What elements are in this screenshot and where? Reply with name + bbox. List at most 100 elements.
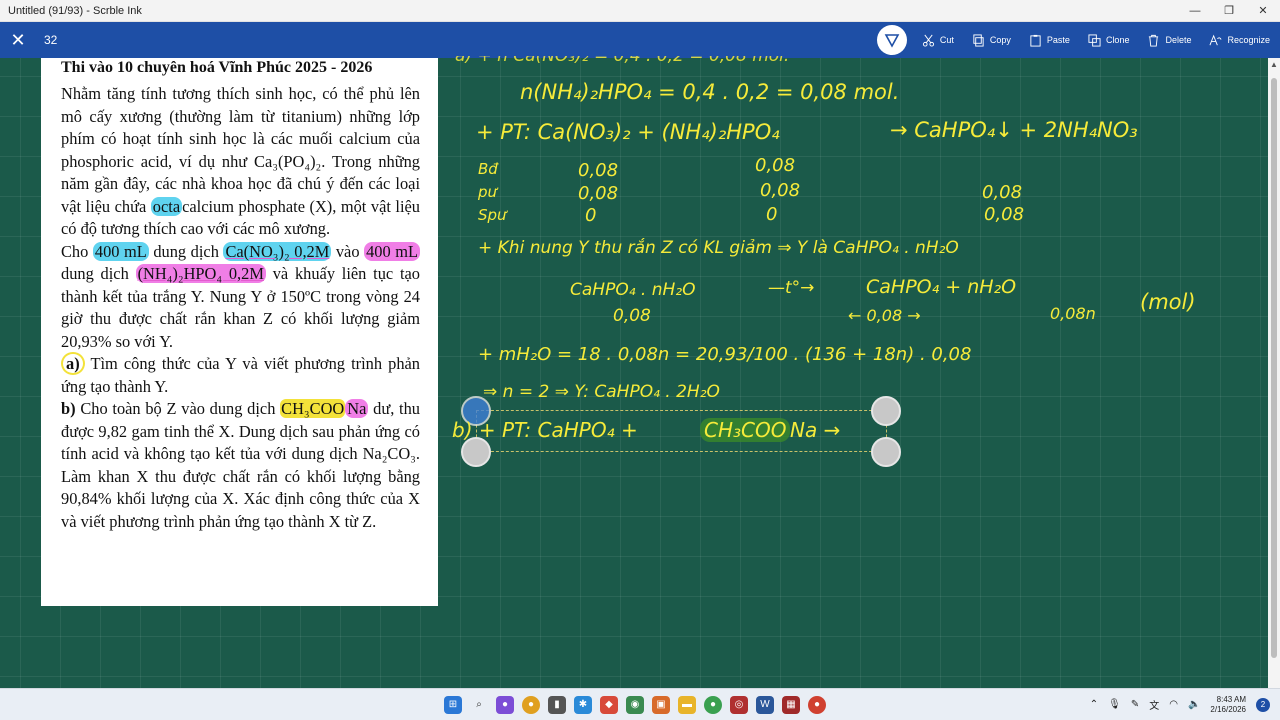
clone-label: Clone xyxy=(1105,35,1130,45)
ink-label-spu: Spư xyxy=(478,206,507,224)
question-b: b) Cho toàn bộ Z vào dung dịch CH₃COO Na … xyxy=(61,399,420,531)
ink-line-4b: —t°→ xyxy=(768,278,815,298)
recognize-label: Recognize xyxy=(1227,35,1270,45)
copy-button[interactable]: Copy xyxy=(963,22,1020,58)
clone-icon xyxy=(1088,33,1101,47)
word-icon[interactable]: W xyxy=(756,695,774,714)
cut-label: Cut xyxy=(939,35,954,45)
paste-button[interactable]: Paste xyxy=(1020,22,1079,58)
problem-setup: Cho 400 mL dung dịch Ca(NO₃)₂ 0,2M vào 4… xyxy=(61,241,420,351)
title-bar: Untitled (91/93) - Scrble Ink — ❐ ✕ xyxy=(0,0,1280,22)
ink-label-pu: pư xyxy=(478,183,498,201)
app-icon-6[interactable]: ▦ xyxy=(782,695,800,714)
notification-badge[interactable]: 2 xyxy=(1256,697,1270,712)
ink-col2-1: 0,08 xyxy=(760,180,801,201)
highlight-calcium-nitrate: Ca(NO₃)₂ 0,2M xyxy=(223,241,332,261)
ink-line-8b: CH₃COO xyxy=(700,418,791,442)
clone-button[interactable]: Clone xyxy=(1079,22,1139,58)
highlight-sodium: Na xyxy=(345,399,369,418)
browser-app-icon[interactable]: ● xyxy=(496,695,514,714)
start-icon[interactable]: ⊞ xyxy=(444,695,462,714)
resize-handle-top-right[interactable] xyxy=(871,396,901,426)
ink-line-5b: ← 0,08 → xyxy=(848,306,921,325)
ink-line-8c: Na → xyxy=(790,418,841,442)
vertical-scrollbar[interactable]: ▲ xyxy=(1268,58,1280,688)
problem-intro: Nhằm tăng tính tương thích sinh học, có … xyxy=(61,84,420,238)
ink-col3-1: 0,08 xyxy=(984,204,1025,225)
window-title: Untitled (91/93) - Scrble Ink xyxy=(8,4,142,17)
ink-line-1: n(NH₄)₂HPO₄ = 0,4 . 0,2 = 0,08 mol. xyxy=(520,80,900,104)
lasso-tool-icon[interactable] xyxy=(876,25,907,55)
question-b-label: b) xyxy=(61,399,76,418)
recognize-icon xyxy=(1209,34,1222,45)
close-window-button[interactable]: ✕ xyxy=(1246,0,1280,22)
trash-icon xyxy=(1149,34,1159,47)
microphone-icon[interactable]: 🎙 xyxy=(1108,699,1121,710)
selection-toolbar: ✕ 32 Cut Copy Paste Clone Delete Recogni… xyxy=(0,22,1280,58)
ink-line-5a: 0,08 xyxy=(613,306,651,326)
chevron-up-icon[interactable]: ⌃ xyxy=(1090,699,1098,710)
ink-line-2b: → CaHPO₄↓ + 2NH₄NO₃ xyxy=(890,118,1138,142)
paste-icon xyxy=(1030,34,1041,47)
chrome-icon-3[interactable]: ● xyxy=(808,695,826,714)
paste-label: Paste xyxy=(1046,35,1070,45)
app-icon-4[interactable]: ▣ xyxy=(652,695,670,714)
app-icon-3[interactable]: ◉ xyxy=(626,695,644,714)
ink-line-5d: (mol) xyxy=(1140,290,1196,314)
pen-icon[interactable]: ✎ xyxy=(1131,699,1139,710)
ink-col2-0: 0,08 xyxy=(755,155,796,176)
cut-button[interactable]: Cut xyxy=(913,22,963,58)
delete-button[interactable]: Delete xyxy=(1138,22,1200,58)
snowflake-app-icon[interactable]: ✱ xyxy=(574,695,592,714)
scrollbar-thumb[interactable] xyxy=(1271,78,1277,658)
clock[interactable]: 8:43 AM 2/16/2026 xyxy=(1210,695,1246,715)
clock-time: 8:43 AM xyxy=(1216,694,1246,704)
ink-line-8a: b) + PT: CaHPO₄ + xyxy=(452,418,638,442)
problem-sheet[interactable]: Thi vào 10 chuyên hoá Vĩnh Phúc 2025 - 2… xyxy=(41,58,438,606)
highlight-ammonium-phosphate: (NH₄)₂HPO₄ 0,2M xyxy=(135,264,266,283)
ink-col3-0: 0,08 xyxy=(982,182,1023,203)
chrome-icon-2[interactable]: ● xyxy=(704,695,722,714)
ink-line-2a: + PT: Ca(NO₃)₂ + (NH₄)₂HPO₄ xyxy=(476,120,780,144)
chrome-icon[interactable]: ● xyxy=(522,695,540,714)
ink-line-7: ⇒ n = 2 ⇒ Y: CaHPO₄ . 2H₂O xyxy=(483,382,720,402)
highlight-acetate: CH₃COO xyxy=(280,399,346,418)
close-selection-icon[interactable]: ✕ xyxy=(0,22,36,58)
app-icon-2[interactable]: ◆ xyxy=(600,695,618,714)
volume-icon[interactable]: 🔈 xyxy=(1188,699,1200,710)
copy-label: Copy xyxy=(989,35,1011,45)
page-number: 32 xyxy=(44,33,58,47)
search-icon[interactable]: ⌕ xyxy=(470,696,488,714)
ink-col1-1: 0,08 xyxy=(578,183,619,204)
question-a-label: a) xyxy=(61,352,85,375)
app-icon-5[interactable]: ◎ xyxy=(730,695,748,714)
ink-col2-2: 0 xyxy=(766,204,778,225)
highlight-volume-1: 400 mL xyxy=(92,241,149,261)
taskbar: ⊞ ⌕ ● ● ▮ ✱ ◆ ◉ ▣ ▬ ● ◎ W ▦ ● ⌃ 🎙 ✎ 文 ◠ … xyxy=(0,688,1280,720)
ink-line-5c: 0,08n xyxy=(1050,304,1096,323)
recognize-button[interactable]: Recognize xyxy=(1200,22,1280,58)
ink-line-4c: CaHPO₄ + nH₂O xyxy=(866,276,1017,298)
ink-col1-2: 0 xyxy=(585,205,597,226)
ink-label-bd: Bđ xyxy=(478,160,498,178)
language-icon[interactable]: 文 xyxy=(1149,697,1159,712)
question-a: a) Tìm công thức của Y và viết phương tr… xyxy=(61,352,420,396)
delete-label: Delete xyxy=(1165,35,1192,45)
ink-line-3: + Khi nung Y thu rắn Z có KL giảm ⇒ Y là… xyxy=(478,238,959,258)
maximize-button[interactable]: ❐ xyxy=(1212,0,1246,22)
copy-icon xyxy=(973,33,984,47)
clock-date: 2/16/2026 xyxy=(1210,704,1246,714)
wifi-icon[interactable]: ◠ xyxy=(1169,699,1178,710)
highlight-octa: octa xyxy=(150,196,183,216)
minimize-button[interactable]: — xyxy=(1178,0,1212,22)
folder-icon[interactable]: ▬ xyxy=(678,695,696,714)
scroll-up-icon[interactable]: ▲ xyxy=(1268,58,1280,72)
app-icon[interactable]: ▮ xyxy=(548,695,566,714)
scissors-icon xyxy=(922,34,934,47)
ink-col1-0: 0,08 xyxy=(578,160,619,181)
resize-handle-bottom-right[interactable] xyxy=(871,437,901,467)
problem-title: Thi vào 10 chuyên hoá Vĩnh Phúc 2025 - 2… xyxy=(61,59,373,76)
ink-line-4a: CaHPO₄ . nH₂O xyxy=(570,280,696,300)
highlight-volume-2: 400 mL xyxy=(364,241,420,261)
ink-line-6: + mH₂O = 18 . 0,08n = 20,93/100 . (136 +… xyxy=(478,344,972,365)
